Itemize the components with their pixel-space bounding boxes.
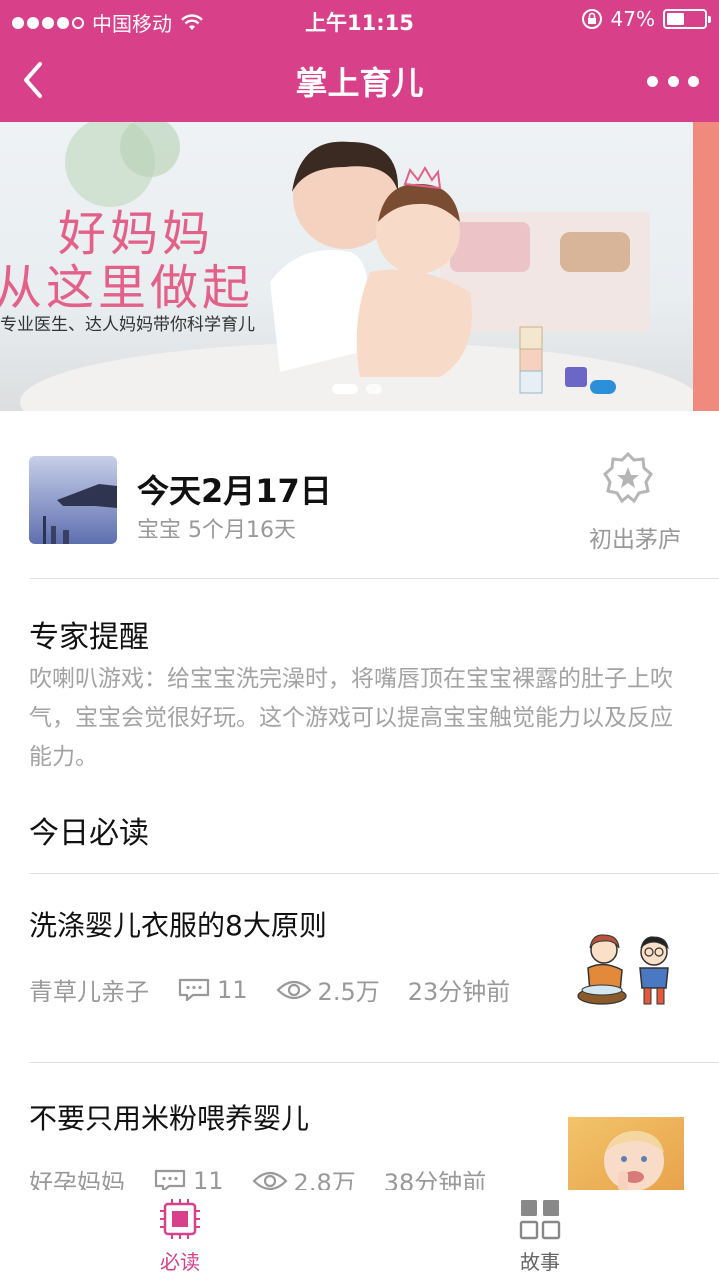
page-title: 掌上育儿 bbox=[295, 64, 424, 102]
grid-icon bbox=[519, 1200, 561, 1240]
divider bbox=[29, 578, 719, 579]
tab-bar: 必读 故事 bbox=[0, 1190, 719, 1280]
expert-tip-title: 专家提醒 bbox=[29, 620, 149, 655]
article-thumbnail-image bbox=[574, 930, 682, 1010]
pager-dot-active[interactable] bbox=[332, 384, 358, 394]
avatar-image bbox=[29, 456, 117, 544]
article-source: 青草儿亲子 bbox=[29, 978, 149, 1006]
comment-count: 11 bbox=[217, 975, 248, 1004]
more-dot bbox=[688, 75, 699, 87]
tab-stories[interactable]: 故事 bbox=[480, 1198, 600, 1275]
tab-label: 必读 bbox=[160, 1250, 200, 1274]
article-title[interactable]: 洗涤婴儿衣服的8大原则 bbox=[29, 904, 327, 944]
banner-headline-2: 从这里做起 bbox=[0, 260, 255, 316]
banner-subtitle: 专业医生、达人妈妈带你科学育儿 bbox=[0, 315, 255, 335]
baby-profile[interactable]: 今天2月17日 宝宝 5个月16天 初出茅庐 bbox=[29, 452, 719, 553]
more-button[interactable] bbox=[647, 66, 699, 96]
battery-percent: 47% bbox=[610, 7, 655, 31]
rotation-lock-icon bbox=[581, 9, 602, 29]
tab-label: 故事 bbox=[520, 1250, 560, 1274]
banner-pager bbox=[332, 384, 382, 394]
baby-age: 宝宝 5个月16天 bbox=[137, 518, 296, 543]
next-banner-peek bbox=[693, 122, 719, 411]
promo-banner[interactable]: 好妈妈 从这里做起 专业医生、达人妈妈带你科学育儿 bbox=[0, 122, 719, 411]
status-right: 47% bbox=[581, 7, 711, 31]
chip-icon bbox=[160, 1199, 200, 1239]
article-thumbnail[interactable] bbox=[568, 1117, 684, 1191]
battery-icon bbox=[663, 9, 711, 29]
eye-icon bbox=[251, 1171, 288, 1190]
avatar[interactable] bbox=[29, 456, 117, 544]
publish-time: 23分钟前 bbox=[407, 978, 511, 1006]
article-item[interactable]: 洗涤婴儿衣服的8大原则 青草儿亲子 11 2.5万 23分钟前 bbox=[0, 874, 719, 1062]
article-thumbnail-image bbox=[568, 1117, 684, 1191]
eye-icon bbox=[275, 980, 312, 999]
article-meta: 青草儿亲子 11 2.5万 23分钟前 bbox=[29, 972, 510, 1007]
level-badge-label[interactable]: 初出茅庐 bbox=[589, 520, 681, 554]
article-thumbnail[interactable] bbox=[574, 930, 682, 1010]
article-item[interactable]: 不要只用米粉喂养婴儿 好孕妈妈 11 2.8万 38分钟前 bbox=[0, 1063, 719, 1197]
tab-must-read[interactable]: 必读 bbox=[120, 1198, 240, 1275]
status-bar: 中国移动 上午11:15 47% bbox=[0, 0, 719, 40]
medal-star-icon[interactable] bbox=[603, 452, 653, 506]
header-bar: 中国移动 上午11:15 47% 掌上育儿 bbox=[0, 0, 719, 122]
more-dot bbox=[667, 75, 679, 87]
comment-icon bbox=[178, 978, 210, 1001]
more-dot bbox=[647, 75, 658, 87]
expert-tip-text[interactable]: 吹喇叭游戏：给宝宝洗完澡时，将嘴唇顶在宝宝裸露的肚子上吹气，宝宝会觉很好玩。这个… bbox=[29, 660, 689, 777]
article-title[interactable]: 不要只用米粉喂养婴儿 bbox=[29, 1097, 309, 1137]
today-date: 今天2月17日 bbox=[137, 472, 332, 510]
pager-dot[interactable] bbox=[366, 384, 382, 394]
view-count: 2.5万 bbox=[317, 978, 380, 1006]
daily-reading-title: 今日必读 bbox=[29, 816, 149, 851]
